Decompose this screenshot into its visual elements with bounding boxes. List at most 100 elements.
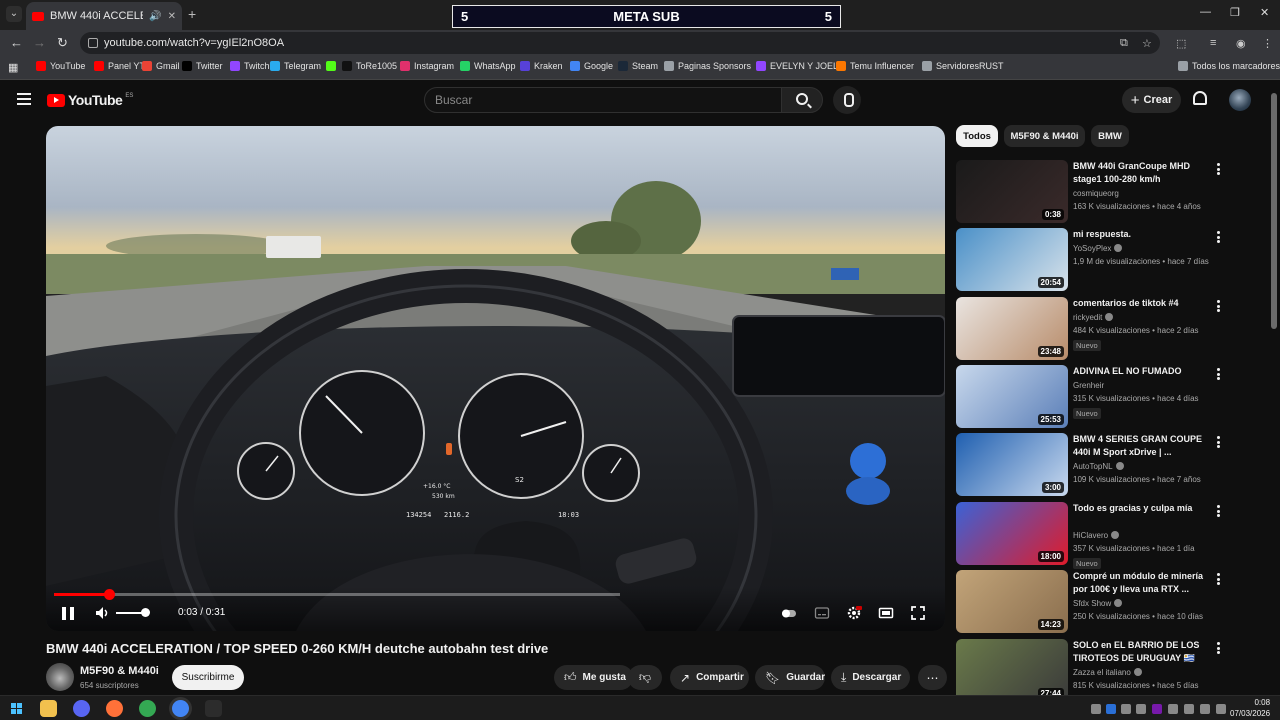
recommended-title[interactable]: mi respuesta. xyxy=(1073,228,1213,241)
tray-icon[interactable] xyxy=(1136,704,1146,714)
notifications-bell-icon[interactable] xyxy=(1193,91,1207,105)
new-tab-button[interactable]: + xyxy=(188,6,196,22)
forward-icon[interactable]: → xyxy=(33,35,46,50)
url-field[interactable]: youtube.com/watch?v=ygIEl2nO8OA xyxy=(80,32,1160,54)
tray-icon[interactable] xyxy=(1106,704,1116,714)
minimize-button[interactable]: — xyxy=(1200,6,1211,18)
firefox-icon[interactable] xyxy=(106,700,123,717)
extensions-icon[interactable]: ⬚ xyxy=(1176,37,1186,50)
page-scrollbar[interactable] xyxy=(1271,93,1277,329)
recommended-title[interactable]: Compré un módulo de minería por 100€ y l… xyxy=(1073,570,1213,596)
save-button[interactable]: 🔖︎ Guardar xyxy=(755,665,825,690)
chrome-icon[interactable] xyxy=(139,700,156,717)
maximize-button[interactable]: ❐ xyxy=(1230,6,1240,19)
recommended-channel[interactable]: rickyedit xyxy=(1073,313,1114,322)
video-player[interactable]: 134254 2116.2 18:03 +16.0 °C 530 km S2 0… xyxy=(46,126,945,631)
dislike-button[interactable]: 👎︎ xyxy=(628,665,662,690)
chrome-active-icon[interactable] xyxy=(172,700,189,717)
bookmark-item[interactable]: WhatsApp xyxy=(460,61,516,71)
more-vertical-icon[interactable] xyxy=(1214,367,1222,381)
progress-scrubber[interactable] xyxy=(104,589,115,600)
progress-bar[interactable] xyxy=(54,589,620,600)
onenote-icon[interactable] xyxy=(1152,704,1162,714)
recommended-channel[interactable]: Sfdx Show xyxy=(1073,599,1123,608)
video-thumbnail[interactable]: 18:00 xyxy=(956,502,1068,565)
recommended-title[interactable]: BMW 4 SERIES GRAN COUPE 440i M Sport xDr… xyxy=(1073,433,1213,459)
recommended-channel[interactable]: Zazza el italiano xyxy=(1073,668,1142,677)
share-button[interactable]: ↗ Compartir xyxy=(670,665,749,690)
bookmark-item[interactable]: Google xyxy=(570,61,613,71)
recommended-title[interactable]: ADIVINA EL NO FUMADO xyxy=(1073,365,1213,378)
settings-gear-icon[interactable] xyxy=(846,605,862,621)
bookmark-item[interactable] xyxy=(326,61,336,71)
bookmark-item[interactable]: ToRe1005 xyxy=(342,61,397,71)
recommended-title[interactable]: Todo es gracias y culpa mía xyxy=(1073,502,1213,515)
bookmark-item[interactable]: YouTube xyxy=(36,61,85,71)
more-vertical-icon[interactable] xyxy=(1214,162,1222,176)
recommended-video[interactable]: 0:38 BMW 440i GranCoupe MHD stage1 100-28… xyxy=(956,160,1236,224)
install-app-icon[interactable]: ⧉ xyxy=(1120,37,1128,50)
search-input[interactable]: Buscar xyxy=(424,87,782,113)
recommended-video[interactable]: 20:54 mi respuesta. YoSoyPlex 1,9 M de visu… xyxy=(956,228,1236,292)
bookmark-item[interactable]: Temu Influencer xyxy=(836,61,914,71)
app-icon[interactable] xyxy=(205,700,222,717)
bookmark-item[interactable]: Twitch xyxy=(230,61,270,71)
recommended-channel[interactable]: AutoTopNL xyxy=(1073,462,1124,471)
tray-icon[interactable] xyxy=(1121,704,1131,714)
reload-icon[interactable]: ↻ xyxy=(57,35,68,51)
network-icon[interactable] xyxy=(1184,704,1194,714)
subscribe-button[interactable]: Suscribirme xyxy=(172,665,244,690)
all-bookmarks-button[interactable]: Todos los marcadores xyxy=(1178,61,1280,71)
apps-grid-icon[interactable]: ▦ xyxy=(8,61,18,74)
recommended-video[interactable]: 18:00 Todo es gracias y culpa mía HiClaver… xyxy=(956,502,1236,569)
video-thumbnail[interactable]: 27:44 xyxy=(956,639,1068,702)
battery-icon[interactable] xyxy=(1216,704,1226,714)
tray-icon[interactable] xyxy=(1168,704,1178,714)
tab-search-button[interactable]: ⌄ xyxy=(6,6,22,22)
close-tab-icon[interactable]: ✕ xyxy=(168,11,176,22)
more-vertical-icon[interactable] xyxy=(1214,572,1222,586)
bookmark-item[interactable]: Twitter xyxy=(182,61,223,71)
fullscreen-icon[interactable] xyxy=(910,605,926,621)
bookmark-item[interactable]: EVELYN Y JOEL xyxy=(756,61,838,71)
bookmark-item[interactable]: ServidoresRUST xyxy=(922,61,1004,71)
search-button[interactable] xyxy=(781,87,823,113)
recommended-channel[interactable]: YoSoyPlex xyxy=(1073,244,1123,253)
recommended-video[interactable]: 3:00 BMW 4 SERIES GRAN COUPE 440i M Sport… xyxy=(956,433,1236,497)
video-thumbnail[interactable]: 14:23 xyxy=(956,570,1068,633)
volume-icon[interactable] xyxy=(95,606,111,620)
bookmark-star-icon[interactable]: ☆ xyxy=(1142,37,1152,50)
close-window-button[interactable]: ✕ xyxy=(1260,6,1269,19)
site-info-icon[interactable] xyxy=(88,38,98,48)
more-actions-button[interactable]: ⋯ xyxy=(918,665,947,690)
more-vertical-icon[interactable] xyxy=(1214,504,1222,518)
volume-knob[interactable] xyxy=(141,608,150,617)
recommended-channel[interactable]: HiClavero xyxy=(1073,531,1120,540)
speaker-icon[interactable] xyxy=(1200,704,1210,714)
recommended-title[interactable]: BMW 440i GranCoupe MHD stage1 100-280 km… xyxy=(1073,160,1213,186)
more-vertical-icon[interactable] xyxy=(1214,299,1222,313)
recommended-video[interactable]: 23:48 comentarios de tiktok #4 rickyedit 48… xyxy=(956,297,1236,361)
discord-icon[interactable] xyxy=(73,700,90,717)
autoplay-toggle-icon[interactable] xyxy=(781,605,797,621)
file-explorer-icon[interactable] xyxy=(40,700,57,717)
video-thumbnail[interactable]: 0:38 xyxy=(956,160,1068,223)
account-avatar[interactable] xyxy=(1229,89,1251,111)
chip-channel[interactable]: M5F90 & M440i xyxy=(1004,125,1085,147)
recommended-video[interactable]: 27:44 SOLO en EL BARRIO DE LOS TIROTEOS D… xyxy=(956,639,1236,703)
recommended-title[interactable]: SOLO en EL BARRIO DE LOS TIROTEOS DE URU… xyxy=(1073,639,1213,665)
download-button[interactable]: ⤓ Descargar xyxy=(831,665,910,690)
system-clock[interactable]: 0:08 07/03/2026 xyxy=(1230,697,1270,719)
video-thumbnail[interactable]: 20:54 xyxy=(956,228,1068,291)
menu-hamburger-icon[interactable] xyxy=(17,93,31,105)
bookmark-item[interactable]: Paginas Sponsors xyxy=(664,61,751,71)
video-thumbnail[interactable]: 3:00 xyxy=(956,433,1068,496)
more-vertical-icon[interactable] xyxy=(1214,435,1222,449)
create-button[interactable]: + Crear xyxy=(1122,87,1181,113)
youtube-logo[interactable]: YouTube ES xyxy=(47,92,133,108)
bookmark-item[interactable]: Gmail xyxy=(142,61,180,71)
chip-all[interactable]: Todos xyxy=(956,125,998,147)
bookmark-item[interactable]: Steam xyxy=(618,61,658,71)
tray-icon[interactable] xyxy=(1091,704,1101,714)
windows-start-icon[interactable] xyxy=(8,700,25,717)
